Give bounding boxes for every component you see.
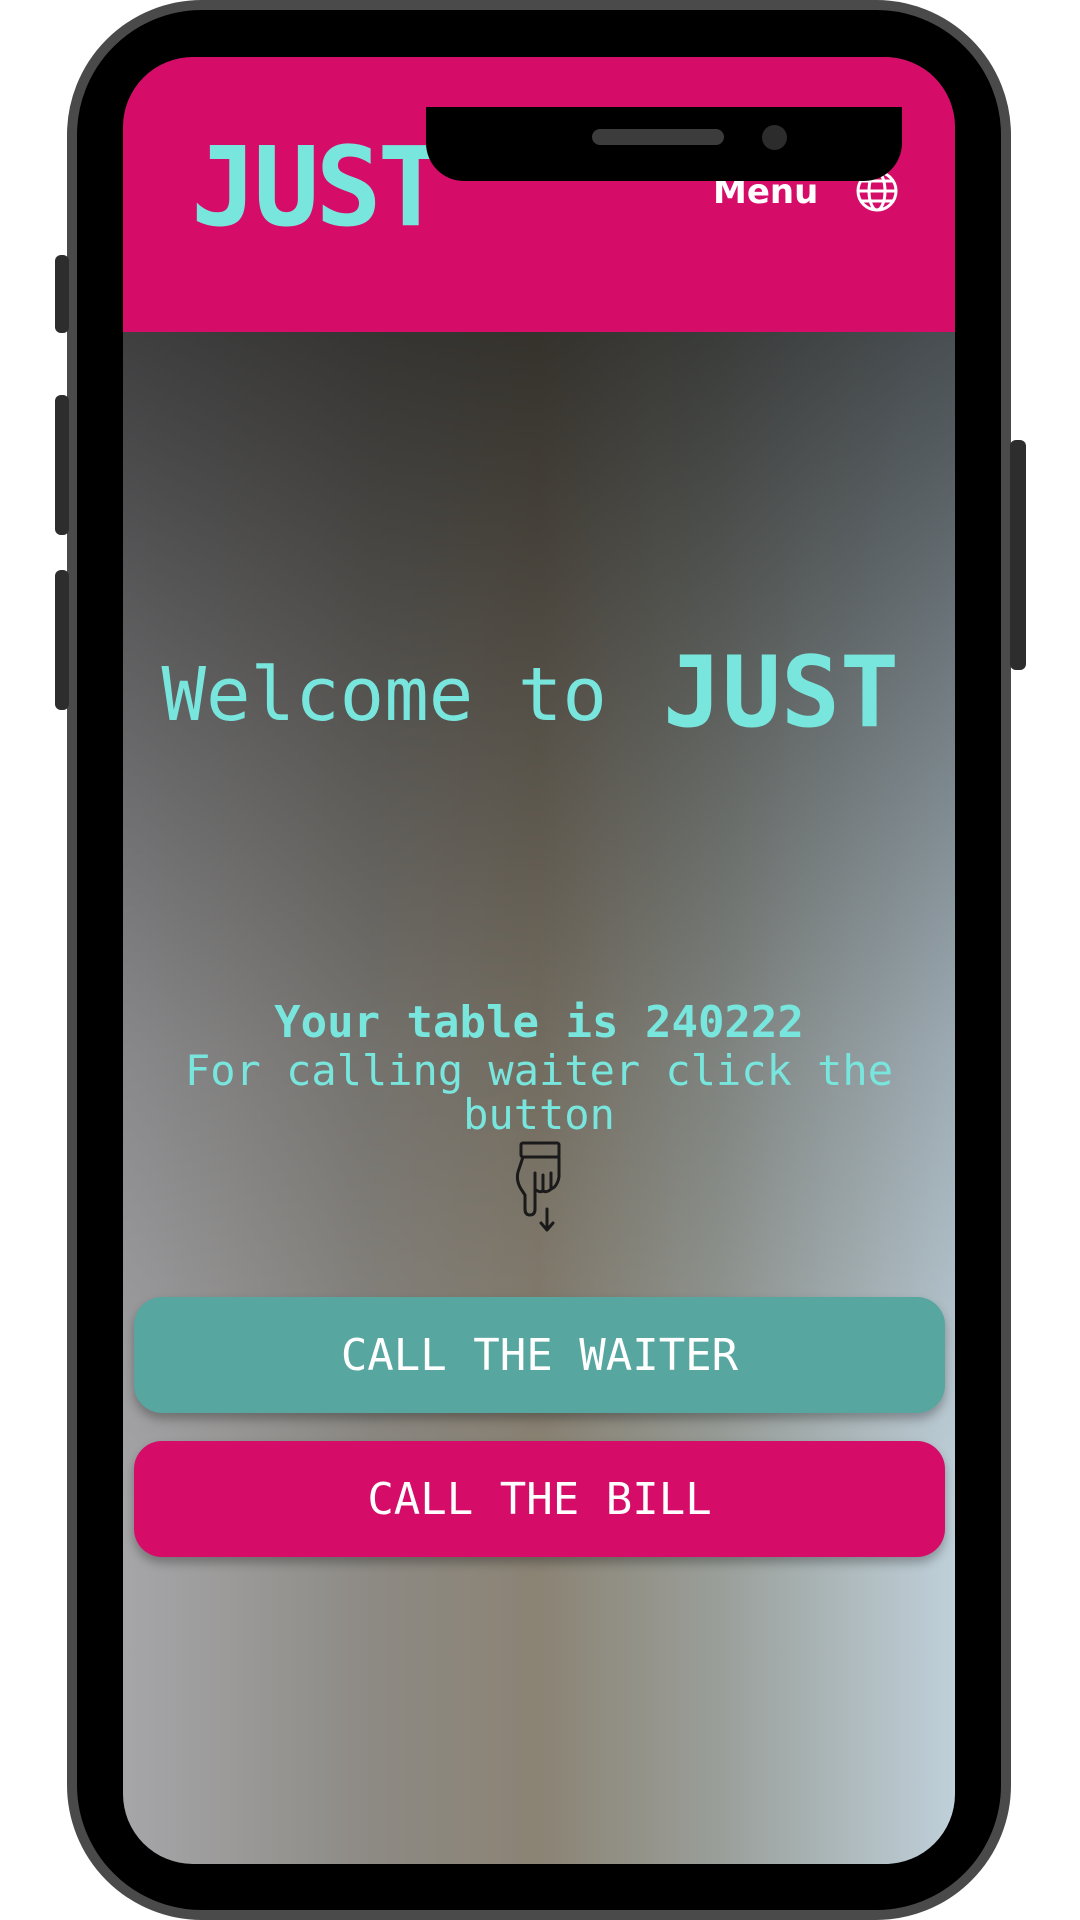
welcome-brand: JUST — [662, 636, 899, 750]
phone-side-button — [55, 255, 69, 333]
app-header: JUST Menu — [123, 57, 955, 332]
phone-side-button — [1010, 440, 1026, 670]
instruction-text: For calling waiter click the button — [184, 1046, 893, 1139]
phone-side-button — [55, 570, 69, 710]
table-number-text: Your table is 240222 — [274, 997, 804, 1048]
front-camera — [762, 125, 787, 150]
hand-pointing-down-icon — [515, 1141, 561, 1232]
brand-logo[interactable]: JUST — [191, 132, 444, 242]
phone-notch — [426, 107, 902, 181]
speaker-grille — [592, 129, 724, 145]
call-waiter-button[interactable]: CALL THE WAITER — [134, 1297, 945, 1413]
welcome-text: Welcome to — [161, 652, 607, 738]
app-screen: JUST Menu Welcome to JUST Your table is … — [123, 57, 955, 1864]
call-bill-button[interactable]: CALL THE BILL — [134, 1441, 945, 1557]
phone-side-button — [55, 395, 69, 535]
table-info: Your table is 240222 For calling waiter … — [123, 997, 955, 1137]
welcome-heading: Welcome to JUST — [123, 602, 955, 742]
